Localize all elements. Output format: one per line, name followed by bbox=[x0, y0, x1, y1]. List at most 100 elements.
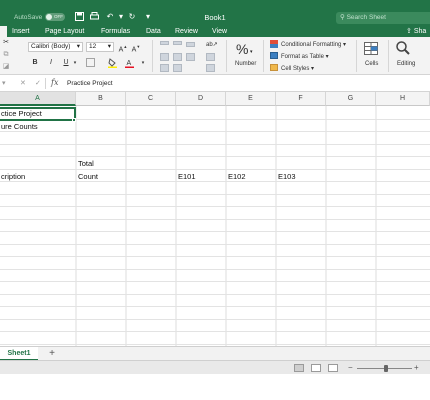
conditional-formatting-label: Conditional Formatting bbox=[281, 42, 342, 48]
search-placeholder: Search Sheet bbox=[346, 14, 386, 21]
align-left-icon[interactable] bbox=[160, 53, 169, 61]
cell-e6[interactable]: E102 bbox=[228, 171, 246, 183]
search-sheet[interactable]: ⚲ Search Sheet bbox=[336, 12, 430, 24]
page-layout-view-icon[interactable] bbox=[311, 364, 321, 372]
format-as-table-icon bbox=[270, 52, 278, 59]
align-right-icon[interactable] bbox=[186, 53, 195, 61]
decrease-font-size-icon[interactable]: A▼ bbox=[131, 42, 141, 53]
wrap-text-icon[interactable] bbox=[206, 53, 215, 61]
column-header-b[interactable]: B bbox=[76, 92, 126, 106]
chevron-down-icon[interactable]: ▾ bbox=[250, 49, 253, 55]
cell-b6[interactable]: Count bbox=[78, 171, 98, 183]
align-center-icon[interactable] bbox=[173, 53, 182, 61]
sheet-tab-sheet1[interactable]: Sheet1 bbox=[0, 347, 38, 361]
align-top-icon[interactable] bbox=[160, 41, 169, 45]
cell-a2[interactable]: ure Counts bbox=[1, 121, 38, 133]
tab-formulas[interactable]: Formulas bbox=[101, 26, 130, 37]
cells-icon bbox=[364, 42, 378, 57]
cell-styles-label: Cell Styles bbox=[281, 66, 310, 72]
format-as-table-button[interactable]: Format as Table ▾ bbox=[281, 53, 329, 60]
tab-insert[interactable]: Insert bbox=[12, 26, 30, 37]
column-header-f[interactable]: F bbox=[276, 92, 326, 106]
document-title: Book1 bbox=[204, 13, 226, 22]
bold-button[interactable]: B bbox=[30, 58, 40, 68]
cell-d6[interactable]: E101 bbox=[178, 171, 196, 183]
cell-a6[interactable]: cription bbox=[1, 171, 25, 183]
increase-font-size-icon[interactable]: A▲ bbox=[118, 42, 128, 53]
format-painter-icon[interactable]: ◪ bbox=[1, 62, 11, 72]
insert-function-icon[interactable]: fx bbox=[51, 78, 58, 87]
font-size-value: 12 bbox=[89, 43, 97, 50]
cell-styles-button[interactable]: Cell Styles ▾ bbox=[281, 65, 314, 72]
decrease-indent-icon[interactable] bbox=[160, 64, 169, 72]
conditional-formatting-button[interactable]: Conditional Formatting ▾ bbox=[281, 41, 346, 48]
borders-icon[interactable] bbox=[85, 58, 95, 68]
tab-data[interactable]: Data bbox=[146, 26, 161, 37]
formula-input[interactable]: Practice Project bbox=[67, 80, 113, 87]
zoom-out-icon[interactable]: − bbox=[348, 363, 353, 372]
percent-icon[interactable]: % bbox=[236, 41, 248, 57]
format-as-table-label: Format as Table bbox=[281, 54, 324, 60]
more-commands-icon[interactable]: ▾ bbox=[143, 12, 153, 22]
fill-handle[interactable] bbox=[72, 118, 76, 122]
find-magnifier-icon bbox=[396, 41, 410, 57]
enter-icon[interactable]: ✓ bbox=[35, 79, 41, 87]
orientation-icon[interactable]: ab↗ bbox=[206, 40, 218, 50]
redo-icon[interactable]: ↻ bbox=[127, 12, 137, 22]
formula-divider bbox=[45, 78, 46, 89]
increase-indent-icon[interactable] bbox=[173, 64, 182, 72]
column-header-c[interactable]: C bbox=[126, 92, 176, 106]
copy-icon[interactable]: ⧉ bbox=[1, 50, 11, 60]
autosave-toggle[interactable]: OFF bbox=[45, 13, 65, 21]
page-break-view-icon[interactable] bbox=[328, 364, 338, 372]
fill-color-icon[interactable] bbox=[107, 58, 117, 68]
desktop-background bbox=[0, 374, 430, 400]
tab-page-layout[interactable]: Page Layout bbox=[45, 26, 84, 37]
search-icon: ⚲ bbox=[340, 14, 347, 21]
sheet-tab-bar: Sheet1 + bbox=[0, 346, 430, 361]
editing-button[interactable]: Editing bbox=[397, 61, 415, 67]
tab-view[interactable]: View bbox=[212, 26, 227, 37]
merge-center-icon[interactable] bbox=[206, 64, 215, 72]
zoom-slider-handle[interactable] bbox=[384, 365, 388, 372]
tab-review[interactable]: Review bbox=[175, 26, 198, 37]
worksheet-grid[interactable]: A B C D E F G H ctice Project ure Counts… bbox=[0, 92, 430, 346]
normal-view-icon[interactable] bbox=[294, 364, 304, 372]
undo-icon[interactable]: ↶ bbox=[105, 12, 115, 22]
save-icon[interactable] bbox=[74, 12, 84, 22]
conditional-formatting-icon bbox=[270, 40, 278, 48]
ribbon-separator bbox=[152, 40, 153, 72]
autosave-label: AutoSave bbox=[14, 14, 43, 21]
cell-f6[interactable]: E103 bbox=[278, 171, 296, 183]
ribbon-separator bbox=[263, 40, 264, 72]
name-box-dropdown-icon[interactable]: ▾ bbox=[2, 79, 6, 87]
column-header-a[interactable]: A bbox=[0, 92, 76, 106]
cell-b5[interactable]: Total bbox=[78, 158, 94, 170]
chevron-down-icon[interactable]: ▾ bbox=[138, 58, 148, 68]
font-name-select[interactable]: Calibri (Body) ▾ bbox=[28, 42, 83, 52]
font-color-icon[interactable]: A bbox=[124, 58, 134, 68]
add-sheet-button[interactable]: + bbox=[46, 347, 58, 361]
column-header-h[interactable]: H bbox=[376, 92, 430, 106]
zoom-in-icon[interactable]: + bbox=[414, 363, 419, 372]
tab-home[interactable] bbox=[0, 26, 7, 37]
chevron-down-icon[interactable]: ▾ bbox=[70, 58, 80, 68]
print-icon[interactable] bbox=[89, 12, 99, 22]
italic-button[interactable]: I bbox=[46, 58, 56, 68]
toggle-knob bbox=[46, 14, 52, 20]
number-format-label[interactable]: Number bbox=[235, 61, 256, 67]
align-bottom-icon[interactable] bbox=[186, 42, 195, 47]
font-size-select[interactable]: 12 ▾ bbox=[86, 42, 114, 52]
cells-button[interactable]: Cells bbox=[365, 61, 378, 67]
cancel-icon[interactable]: ✕ bbox=[20, 79, 26, 87]
cut-icon[interactable]: ✂ bbox=[1, 38, 11, 48]
title-bar: AutoSave OFF ↶ ▾ ↻ ▾ Book1 ⚲ Search Shee… bbox=[0, 0, 430, 25]
undo-dropdown-icon[interactable]: ▾ bbox=[116, 12, 126, 22]
column-header-g[interactable]: G bbox=[326, 92, 376, 106]
column-header-e[interactable]: E bbox=[226, 92, 276, 106]
cell-styles-icon bbox=[270, 64, 278, 71]
chevron-down-icon: ▾ bbox=[107, 43, 111, 50]
align-middle-icon[interactable] bbox=[173, 41, 182, 45]
column-header-d[interactable]: D bbox=[176, 92, 226, 106]
share-button[interactable]: ⇪ Sha bbox=[406, 27, 426, 35]
